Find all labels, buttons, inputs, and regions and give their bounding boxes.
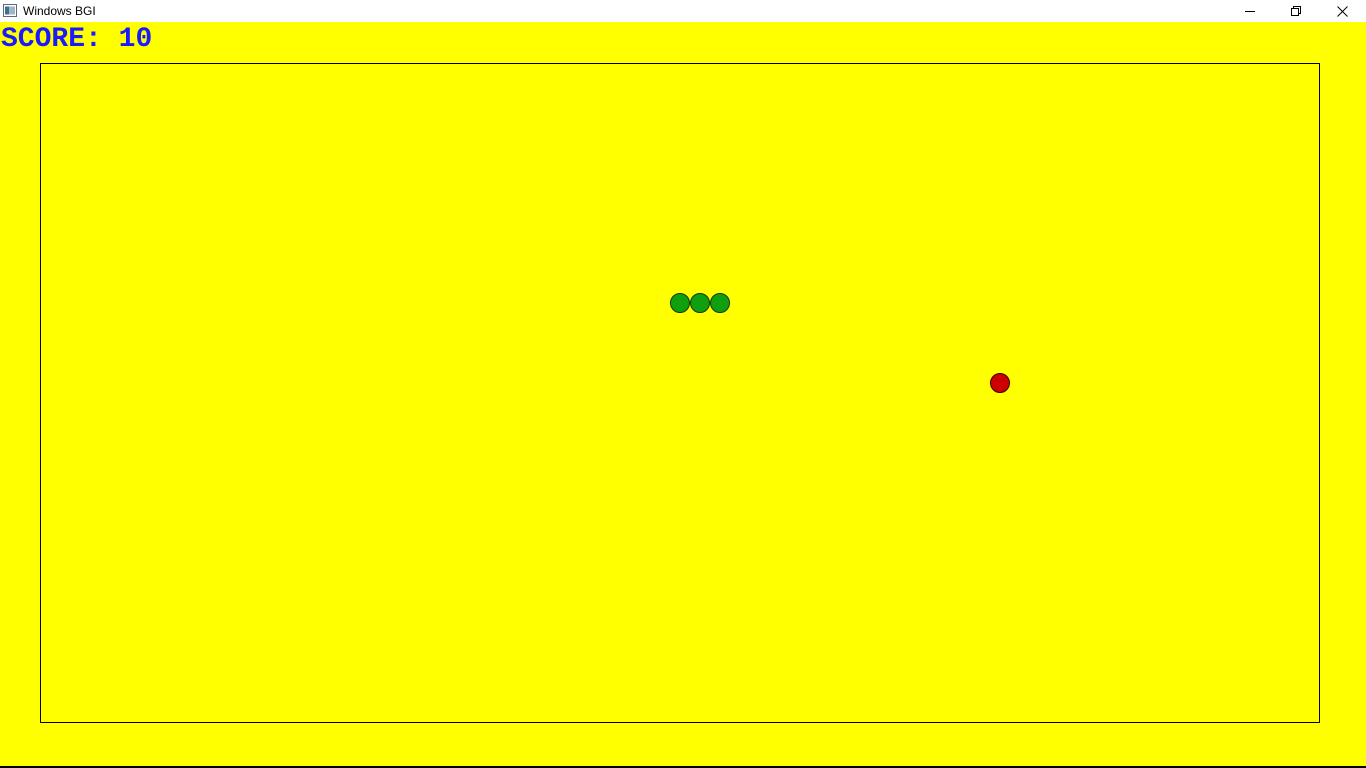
score-label: SCORE: xyxy=(1,24,102,55)
window-title: Windows BGI xyxy=(23,4,96,18)
score-display: SCORE: 10 xyxy=(1,24,152,56)
bgi-window-icon xyxy=(3,4,17,17)
close-icon xyxy=(1336,5,1348,17)
minimize-icon xyxy=(1245,11,1255,12)
restore-icon xyxy=(1291,6,1301,16)
close-button[interactable] xyxy=(1319,0,1365,22)
restore-button[interactable] xyxy=(1273,0,1319,22)
minimize-button[interactable] xyxy=(1227,0,1273,22)
title-bar[interactable]: Windows BGI xyxy=(0,0,1366,22)
score-value: 10 xyxy=(118,24,153,55)
game-board-border xyxy=(40,63,1320,723)
bgi-window: Windows BGI SCORE: 10 xyxy=(0,0,1366,768)
